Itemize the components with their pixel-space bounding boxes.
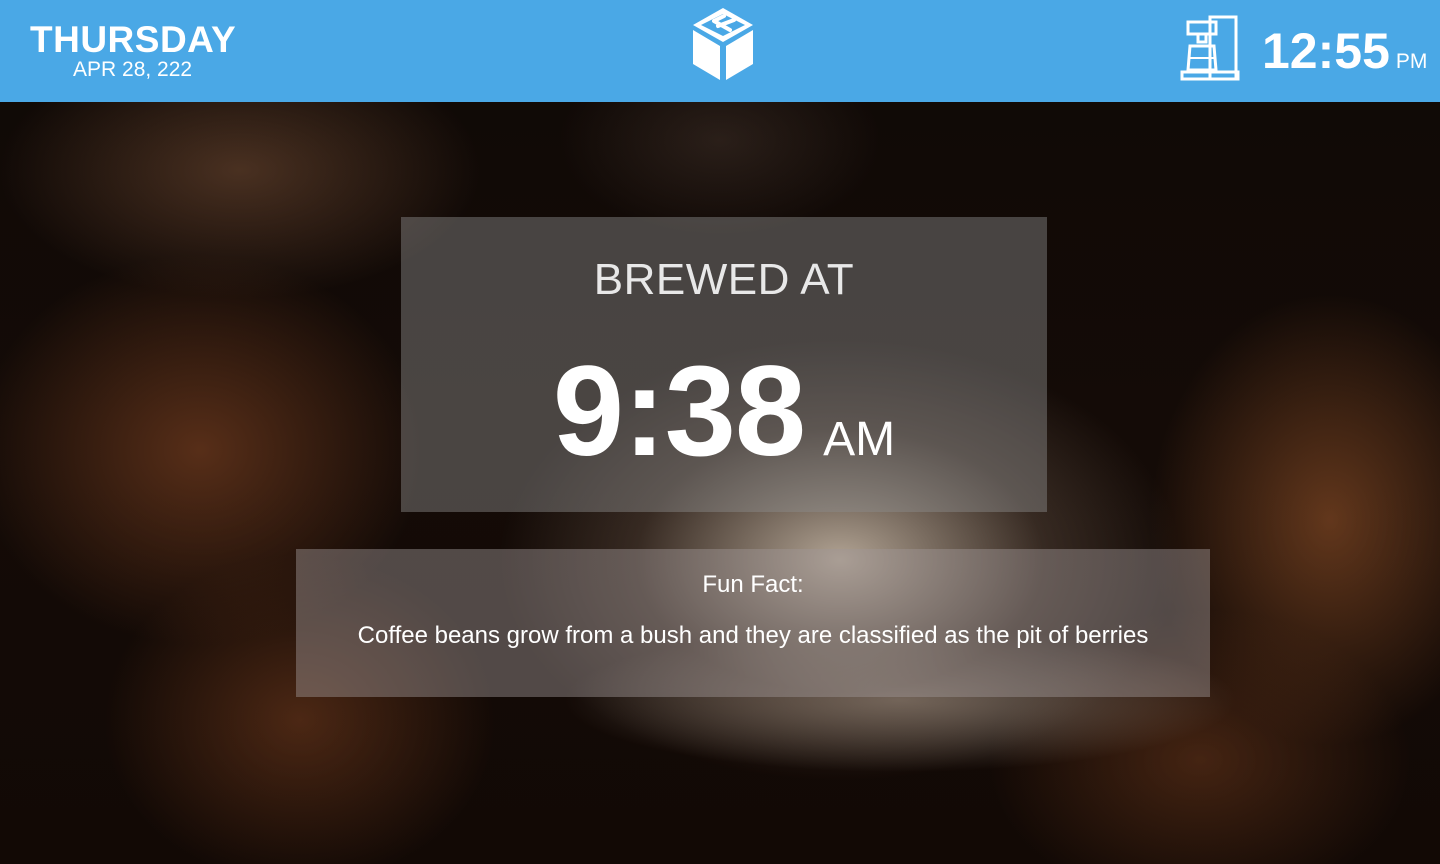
coffee-maker-icon [1180,14,1240,82]
brewed-at-panel: BREWED AT 9:38 AM [401,217,1047,512]
weekday-label: THURSDAY [30,19,237,60]
current-time-ampm: PM [1395,50,1428,73]
current-time: 12:55 PM [1262,22,1427,82]
date-label: APR 28, 222 [73,58,193,81]
current-time-value: 12:55 [1262,23,1390,79]
top-bar: THURSDAY APR 28, 222 12:55 PM [0,0,1440,102]
brewed-time-ampm: AM [823,413,896,466]
brewed-time-value: 9:38 [552,340,806,483]
date-display: THURSDAY APR 28, 222 [30,20,240,82]
brewed-at-time: 9:38 AM [401,337,1047,487]
fun-fact-panel: Fun Fact: Coffee beans grow from a bush … [296,549,1210,697]
fun-fact-title: Fun Fact: [702,571,804,598]
kiosk-cube-logo-icon [690,6,756,82]
brewed-at-label: BREWED AT [593,255,855,304]
fun-fact-text: Coffee beans grow from a bush and they a… [357,622,1149,649]
